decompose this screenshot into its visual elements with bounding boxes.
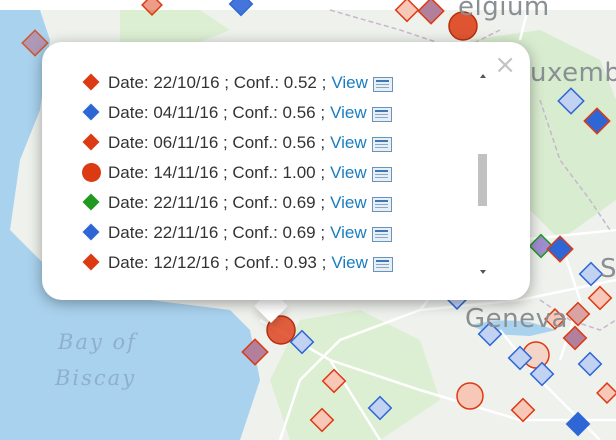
- view-link[interactable]: View: [331, 251, 368, 275]
- document-icon[interactable]: [371, 226, 392, 242]
- map-label-country-right: uxembou: [530, 58, 616, 88]
- view-link[interactable]: View: [330, 161, 367, 185]
- map-label-country-top: elgium: [458, 0, 550, 22]
- observation-text: Date: 06/11/16 ; Conf.: 0.56 ;: [108, 133, 326, 152]
- diamond-marker-icon: [82, 193, 102, 213]
- observation-text: Date: 22/11/16 ; Conf.: 0.69 ;: [108, 223, 326, 242]
- view-link[interactable]: View: [331, 71, 368, 95]
- view-link[interactable]: View: [330, 131, 367, 155]
- scroll-down-arrow-icon[interactable]: [480, 270, 486, 274]
- observation-text: Date: 22/10/16 ; Conf.: 0.52 ;: [108, 73, 327, 92]
- circle-marker-icon: [82, 163, 102, 183]
- observation-text: Date: 04/11/16 ; Conf.: 0.56 ;: [108, 103, 326, 122]
- document-icon[interactable]: [371, 106, 392, 122]
- document-icon[interactable]: [372, 256, 393, 272]
- document-icon[interactable]: [372, 76, 393, 92]
- list-item: Date: 06/11/16 ; Conf.: 0.56 ; View: [82, 128, 472, 158]
- popup-scrollbar[interactable]: [476, 68, 492, 276]
- list-item: Date: 14/11/16 ; Conf.: 1.00 ; View: [82, 158, 472, 188]
- scroll-up-arrow-icon[interactable]: [480, 74, 486, 78]
- sea-label-line2: Biscay: [55, 366, 137, 390]
- list-item: Date: 22/11/16 ; Conf.: 0.69 ; View: [82, 218, 472, 248]
- diamond-marker-icon: [82, 223, 102, 243]
- observation-text: Date: 12/12/16 ; Conf.: 0.93 ;: [108, 253, 327, 272]
- list-item: Date: 12/12/16 ; Conf.: 0.93 ; View: [82, 248, 472, 276]
- map-label-letter-right: S: [600, 254, 616, 284]
- view-link[interactable]: View: [330, 101, 367, 125]
- scroll-thumb[interactable]: [478, 154, 487, 206]
- document-icon[interactable]: [371, 196, 392, 212]
- diamond-marker-icon: [82, 253, 102, 273]
- document-icon[interactable]: [371, 136, 392, 152]
- diamond-marker-icon: [82, 133, 102, 153]
- view-link[interactable]: View: [330, 221, 367, 245]
- diamond-marker-icon: [82, 103, 102, 123]
- list-item: Date: 04/11/16 ; Conf.: 0.56 ; View: [82, 98, 472, 128]
- observation-list[interactable]: Date: 22/10/16 ; Conf.: 0.52 ; View Date: …: [82, 68, 472, 276]
- popup: × Date: 22/10/16 ; Conf.: 0.52 ; View Date…: [42, 42, 530, 300]
- list-item: Date: 22/11/16 ; Conf.: 0.69 ; View: [82, 188, 472, 218]
- document-icon[interactable]: [371, 166, 392, 182]
- diamond-marker-icon: [82, 73, 102, 93]
- observation-text: Date: 14/11/16 ; Conf.: 1.00 ;: [108, 163, 326, 182]
- list-item: Date: 22/10/16 ; Conf.: 0.52 ; View: [82, 68, 472, 98]
- view-link[interactable]: View: [330, 191, 367, 215]
- map-label-city: Geneva: [465, 304, 568, 334]
- sea-label-line1: Bay of: [58, 330, 137, 354]
- observation-text: Date: 22/11/16 ; Conf.: 0.69 ;: [108, 193, 326, 212]
- close-icon[interactable]: ×: [494, 52, 516, 78]
